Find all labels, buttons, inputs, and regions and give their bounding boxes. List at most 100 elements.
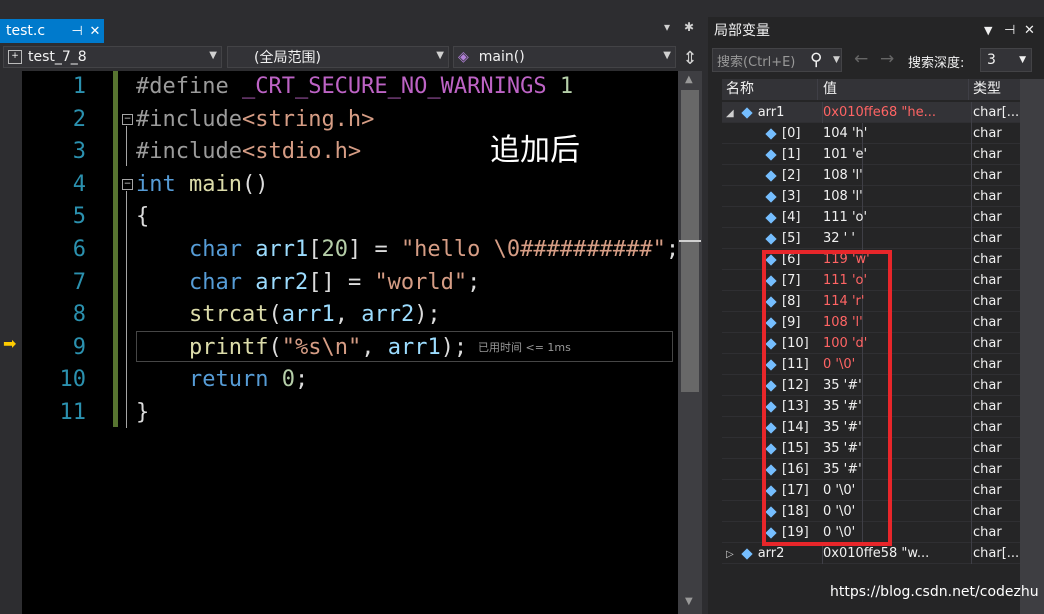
locals-row[interactable]: ▷ arr2 0x010ffe58 "w... char[... bbox=[722, 543, 1020, 564]
line-number: 6 bbox=[72, 237, 86, 262]
tab-label: test.c bbox=[6, 23, 46, 39]
variable-icon bbox=[765, 169, 777, 182]
variable-icon bbox=[765, 148, 777, 161]
variable-icon bbox=[765, 232, 777, 245]
locals-type-cell: char bbox=[973, 147, 1002, 162]
locals-row[interactable]: [3] 108 'l' char bbox=[722, 186, 1020, 207]
locals-search-input[interactable]: 搜索(Ctrl+E) bbox=[712, 48, 842, 72]
column-header-value[interactable]: 值 bbox=[819, 79, 969, 100]
code-line[interactable]: #define _CRT_SECURE_NO_WARNINGS 1 bbox=[136, 71, 573, 103]
line-number: 2 bbox=[72, 106, 86, 132]
back-arrow-icon[interactable]: ← bbox=[854, 49, 868, 69]
locals-value-cell[interactable]: 32 ' ' bbox=[819, 228, 972, 249]
variable-icon bbox=[765, 190, 777, 203]
fold-toggle[interactable]: − bbox=[122, 179, 133, 190]
locals-type-cell: char bbox=[973, 210, 1002, 225]
locals-value-cell[interactable]: 0x010ffe58 "w... bbox=[819, 543, 972, 564]
variable-icon bbox=[765, 211, 777, 224]
locals-name: [5] bbox=[782, 231, 801, 246]
line-number: 4 bbox=[72, 171, 86, 197]
locals-type-cell: char[... bbox=[973, 546, 1020, 561]
project-icon: + bbox=[8, 50, 22, 64]
variable-icon bbox=[741, 547, 753, 560]
scroll-down-icon[interactable]: ▼ bbox=[685, 596, 693, 607]
watermark: https://blog.csdn.net/codezhu bbox=[830, 584, 1039, 600]
code-line[interactable]: #include<stdio.h> bbox=[136, 136, 361, 168]
fold-guide bbox=[126, 191, 127, 428]
column-header-type[interactable]: 类型 bbox=[969, 79, 1020, 100]
chevron-down-icon[interactable]: ▼ bbox=[984, 24, 1004, 37]
chevron-down-icon[interactable]: ▼ bbox=[833, 55, 840, 65]
line-number: 11 bbox=[59, 400, 87, 425]
locals-value-cell[interactable]: 111 'o' bbox=[819, 207, 972, 228]
locals-row[interactable]: [2] 108 'l' char bbox=[722, 165, 1020, 186]
locals-vertical-scrollbar[interactable] bbox=[1020, 79, 1044, 614]
fold-toggle[interactable]: − bbox=[122, 114, 133, 125]
code-line[interactable]: int main() bbox=[136, 169, 268, 201]
code-line[interactable]: char arr2[] = "world"; bbox=[136, 267, 480, 299]
search-depth-combo[interactable]: 3 ▼ bbox=[980, 48, 1032, 72]
code-line[interactable]: { bbox=[136, 201, 149, 233]
locals-name: arr1 bbox=[757, 105, 785, 120]
pin-icon[interactable]: ⊣ bbox=[1004, 23, 1024, 38]
line-number: 3 bbox=[72, 139, 86, 165]
scroll-up-icon[interactable]: ▲ bbox=[685, 74, 693, 85]
code-line[interactable]: } bbox=[136, 397, 149, 429]
line-number: 1 bbox=[72, 74, 86, 99]
locals-type-cell: char bbox=[973, 504, 1002, 519]
pin-icon[interactable]: ⊣ bbox=[68, 24, 86, 39]
locals-value-cell[interactable]: 108 'l' bbox=[819, 186, 972, 207]
locals-type-cell: char bbox=[973, 420, 1002, 435]
locals-value-cell[interactable]: 101 'e' bbox=[819, 144, 972, 165]
locals-value-cell[interactable]: 104 'h' bbox=[819, 123, 972, 144]
locals-row[interactable]: [4] 111 'o' char bbox=[722, 207, 1020, 228]
locals-type-cell: char bbox=[973, 378, 1002, 393]
locals-name: [4] bbox=[782, 210, 801, 225]
collapse-icon[interactable]: ◢ bbox=[726, 108, 734, 119]
locals-row[interactable]: [5] 32 ' ' char bbox=[722, 228, 1020, 249]
fold-guide bbox=[126, 126, 127, 166]
close-icon[interactable]: ✕ bbox=[86, 24, 104, 39]
chevron-down-icon: ▼ bbox=[1019, 55, 1026, 65]
column-header-name[interactable]: 名称 bbox=[722, 79, 818, 100]
split-editor-icon[interactable]: ⇕ bbox=[679, 48, 701, 70]
locals-name: [1] bbox=[782, 147, 801, 162]
forward-arrow-icon[interactable]: → bbox=[880, 49, 894, 69]
locals-row[interactable]: ◢ arr1 0x010ffe68 "he... char[... bbox=[722, 102, 1020, 123]
locals-type-cell: char bbox=[973, 483, 1002, 498]
scope-combo[interactable]: (全局范围) ▼ bbox=[227, 46, 449, 68]
scope-combo-value: (全局范围) bbox=[254, 50, 321, 66]
function-combo[interactable]: ◈ main() ▼ bbox=[453, 46, 676, 68]
function-combo-value: main() bbox=[478, 49, 525, 65]
locals-name-cell: ▷ arr2 bbox=[722, 543, 823, 564]
close-icon[interactable]: ✕ bbox=[1024, 23, 1044, 38]
locals-value-cell[interactable]: 108 'l' bbox=[819, 165, 972, 186]
line-number: 10 bbox=[59, 367, 87, 393]
code-line[interactable]: char arr1[20] = "hello \0##########"; bbox=[136, 234, 679, 266]
editor-tab-strip bbox=[0, 0, 702, 43]
variable-icon bbox=[765, 127, 777, 140]
project-combo-value: test_7_8 bbox=[28, 49, 87, 65]
gear-icon[interactable]: ✱ bbox=[684, 20, 694, 34]
tab-test-c[interactable]: test.c ⊣ ✕ bbox=[0, 19, 104, 43]
locals-type-cell: char[... bbox=[973, 105, 1020, 120]
code-line[interactable]: #include<string.h> bbox=[136, 104, 374, 136]
locals-row[interactable]: [1] 101 'e' char bbox=[722, 144, 1020, 165]
locals-value-cell[interactable]: 0x010ffe68 "he... bbox=[819, 102, 972, 123]
tab-list-dropdown-icon[interactable]: ▾ bbox=[664, 20, 670, 34]
project-combo[interactable]: + test_7_8 ▼ bbox=[3, 46, 222, 68]
scroll-marker bbox=[679, 240, 701, 242]
locals-row[interactable]: [0] 104 'h' char bbox=[722, 123, 1020, 144]
perf-tip[interactable]: 已用时间 <= 1ms bbox=[478, 339, 571, 355]
expand-icon[interactable]: ▷ bbox=[726, 549, 734, 560]
locals-type-cell: char bbox=[973, 399, 1002, 414]
code-line[interactable]: strcat(arr1, arr2); bbox=[136, 299, 441, 331]
locals-type-cell: char bbox=[973, 294, 1002, 309]
locals-type-cell: char bbox=[973, 168, 1002, 183]
chevron-down-icon: ▼ bbox=[209, 50, 217, 61]
line-number: 5 bbox=[72, 204, 86, 230]
code-line[interactable]: return 0; bbox=[136, 364, 308, 396]
search-icon[interactable]: ⚲ bbox=[810, 50, 822, 70]
locals-type-cell: char bbox=[973, 525, 1002, 540]
search-placeholder: 搜索(Ctrl+E) bbox=[717, 54, 796, 70]
